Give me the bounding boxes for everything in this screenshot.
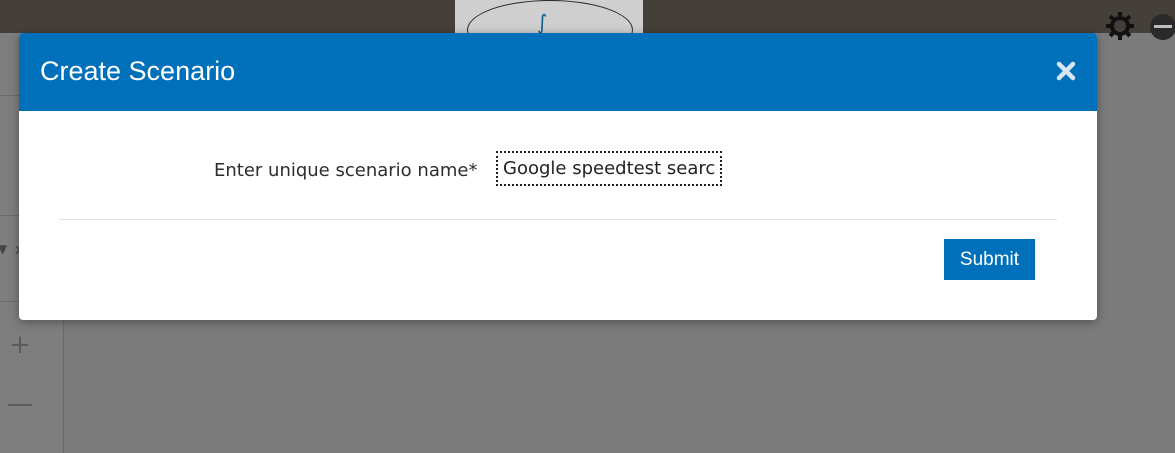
close-icon[interactable] — [1055, 60, 1077, 82]
create-scenario-dialog: Create Scenario Enter unique scenario na… — [19, 33, 1097, 320]
scenario-name-label: Enter unique scenario name* — [214, 160, 478, 181]
submit-button[interactable]: Submit — [944, 239, 1035, 280]
zoom-out-icon[interactable]: — — [0, 391, 40, 417]
dialog-title: Create Scenario — [40, 56, 236, 86]
scenario-name-input[interactable] — [496, 151, 722, 186]
logo-mark-icon: ∫ — [537, 10, 548, 34]
dialog-header: Create Scenario — [19, 33, 1097, 111]
caret-down-icon[interactable]: ▼ — [0, 242, 7, 256]
gear-icon[interactable] — [1104, 10, 1136, 42]
minus-circle-icon[interactable] — [1148, 12, 1175, 42]
dialog-divider — [59, 219, 1057, 220]
zoom-in-icon[interactable]: + — [0, 332, 40, 358]
